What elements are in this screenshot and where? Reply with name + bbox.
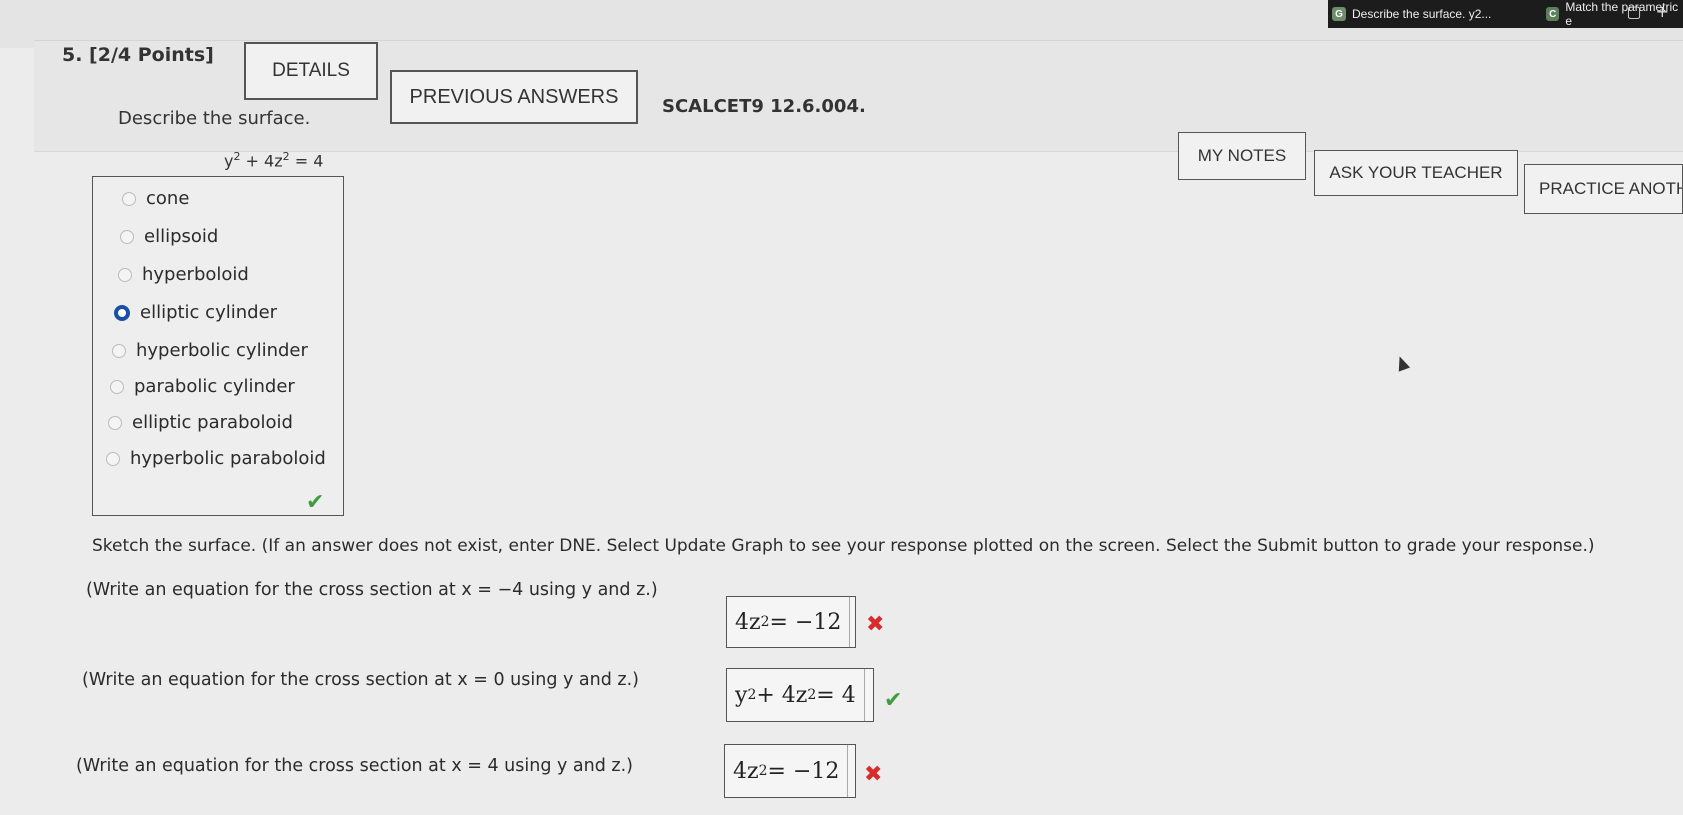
- eq-term: + 4z: [240, 151, 283, 171]
- tab-favicon-icon: G: [1332, 7, 1346, 21]
- practice-another-button[interactable]: PRACTICE ANOTHE: [1524, 164, 1683, 214]
- browser-tab[interactable]: G Describe the surface. y2...: [1332, 4, 1491, 24]
- problem-id: SCALCET9 12.6.004.: [662, 96, 866, 117]
- answer-input[interactable]: 4z 2 = −12: [726, 596, 856, 648]
- option-row[interactable]: hyperbolic paraboloid: [106, 448, 326, 469]
- answer-term: = 4: [816, 682, 856, 708]
- answer-value: y2 + 4z 2 = 4: [727, 669, 865, 721]
- answer-term: + 4z: [756, 682, 808, 708]
- incorrect-icon: ✖: [866, 612, 885, 637]
- answer-input[interactable]: 4z 2 = −12: [724, 744, 856, 798]
- eq-exponent: 2: [282, 150, 290, 163]
- question-number: 5. [2/4 Points]: [62, 44, 214, 66]
- answer-term: = −12: [767, 758, 840, 784]
- answer-term: y: [735, 682, 748, 708]
- mouse-cursor-icon: [1393, 354, 1411, 372]
- option-label: parabolic cylinder: [134, 376, 295, 397]
- part1-prompt: Describe the surface.: [118, 108, 311, 129]
- option-row[interactable]: cone: [122, 188, 189, 209]
- answer-exponent: 2: [807, 687, 817, 703]
- new-tab-icon[interactable]: +: [1656, 2, 1669, 21]
- option-label: cone: [146, 188, 190, 209]
- part2-instruction: Sketch the surface. (If an answer does n…: [92, 536, 1595, 556]
- answer-input[interactable]: y2 + 4z 2 = 4: [726, 668, 874, 722]
- radio-icon[interactable]: [122, 191, 136, 206]
- option-row[interactable]: elliptic paraboloid: [108, 412, 293, 433]
- option-row[interactable]: hyperbolic cylinder: [112, 340, 308, 361]
- surface-equation: y2 + 4z2 = 4: [224, 150, 323, 170]
- window-controls: ▢ +: [1626, 2, 1669, 21]
- answer-term: 4z: [733, 758, 759, 784]
- radio-icon[interactable]: [110, 379, 124, 394]
- option-label: hyperbolic cylinder: [136, 340, 308, 361]
- option-row[interactable]: ellipsoid: [120, 226, 218, 247]
- radio-selected-icon[interactable]: [114, 304, 130, 321]
- radio-icon[interactable]: [106, 451, 120, 466]
- option-row[interactable]: elliptic cylinder: [114, 302, 277, 323]
- option-label: elliptic cylinder: [140, 302, 278, 323]
- previous-answers-button[interactable]: PREVIOUS ANSWERS: [390, 70, 638, 124]
- answer-term: = −12: [769, 609, 842, 635]
- cross-section-label: (Write an equation for the cross section…: [86, 580, 658, 600]
- eq-rhs: = 4: [289, 151, 324, 171]
- tab-title: Describe the surface. y2...: [1352, 7, 1492, 21]
- tab-overview-icon[interactable]: ▢: [1626, 2, 1641, 21]
- answer-exponent: 2: [747, 687, 757, 703]
- option-label: ellipsoid: [144, 226, 219, 247]
- radio-icon[interactable]: [118, 267, 132, 282]
- answer-term: 4z: [735, 609, 761, 635]
- radio-icon[interactable]: [120, 229, 134, 244]
- answer-value: 4z 2 = −12: [727, 597, 851, 647]
- option-label: hyperboloid: [142, 264, 249, 285]
- radio-icon[interactable]: [112, 343, 126, 358]
- ask-teacher-button[interactable]: ASK YOUR TEACHER: [1314, 150, 1518, 196]
- answer-exponent: 2: [760, 614, 770, 630]
- option-label: hyperbolic paraboloid: [130, 448, 326, 469]
- incorrect-icon: ✖: [864, 762, 883, 787]
- part1-correct-icon: ✔: [306, 490, 325, 515]
- option-row[interactable]: hyperboloid: [118, 264, 249, 285]
- answer-exponent: 2: [758, 763, 768, 779]
- answer-value: 4z 2 = −12: [725, 745, 849, 797]
- details-button[interactable]: DETAILS: [244, 42, 378, 100]
- cross-section-label: (Write an equation for the cross section…: [82, 670, 639, 690]
- option-row[interactable]: parabolic cylinder: [110, 376, 295, 397]
- tab-favicon-icon: C: [1546, 7, 1560, 21]
- browser-tab-strip: G Describe the surface. y2... C Match th…: [1328, 0, 1683, 28]
- option-label: elliptic paraboloid: [132, 412, 293, 433]
- correct-icon: ✔: [884, 688, 903, 713]
- my-notes-button[interactable]: MY NOTES: [1178, 132, 1306, 180]
- radio-icon[interactable]: [108, 415, 122, 430]
- cross-section-label: (Write an equation for the cross section…: [76, 756, 633, 776]
